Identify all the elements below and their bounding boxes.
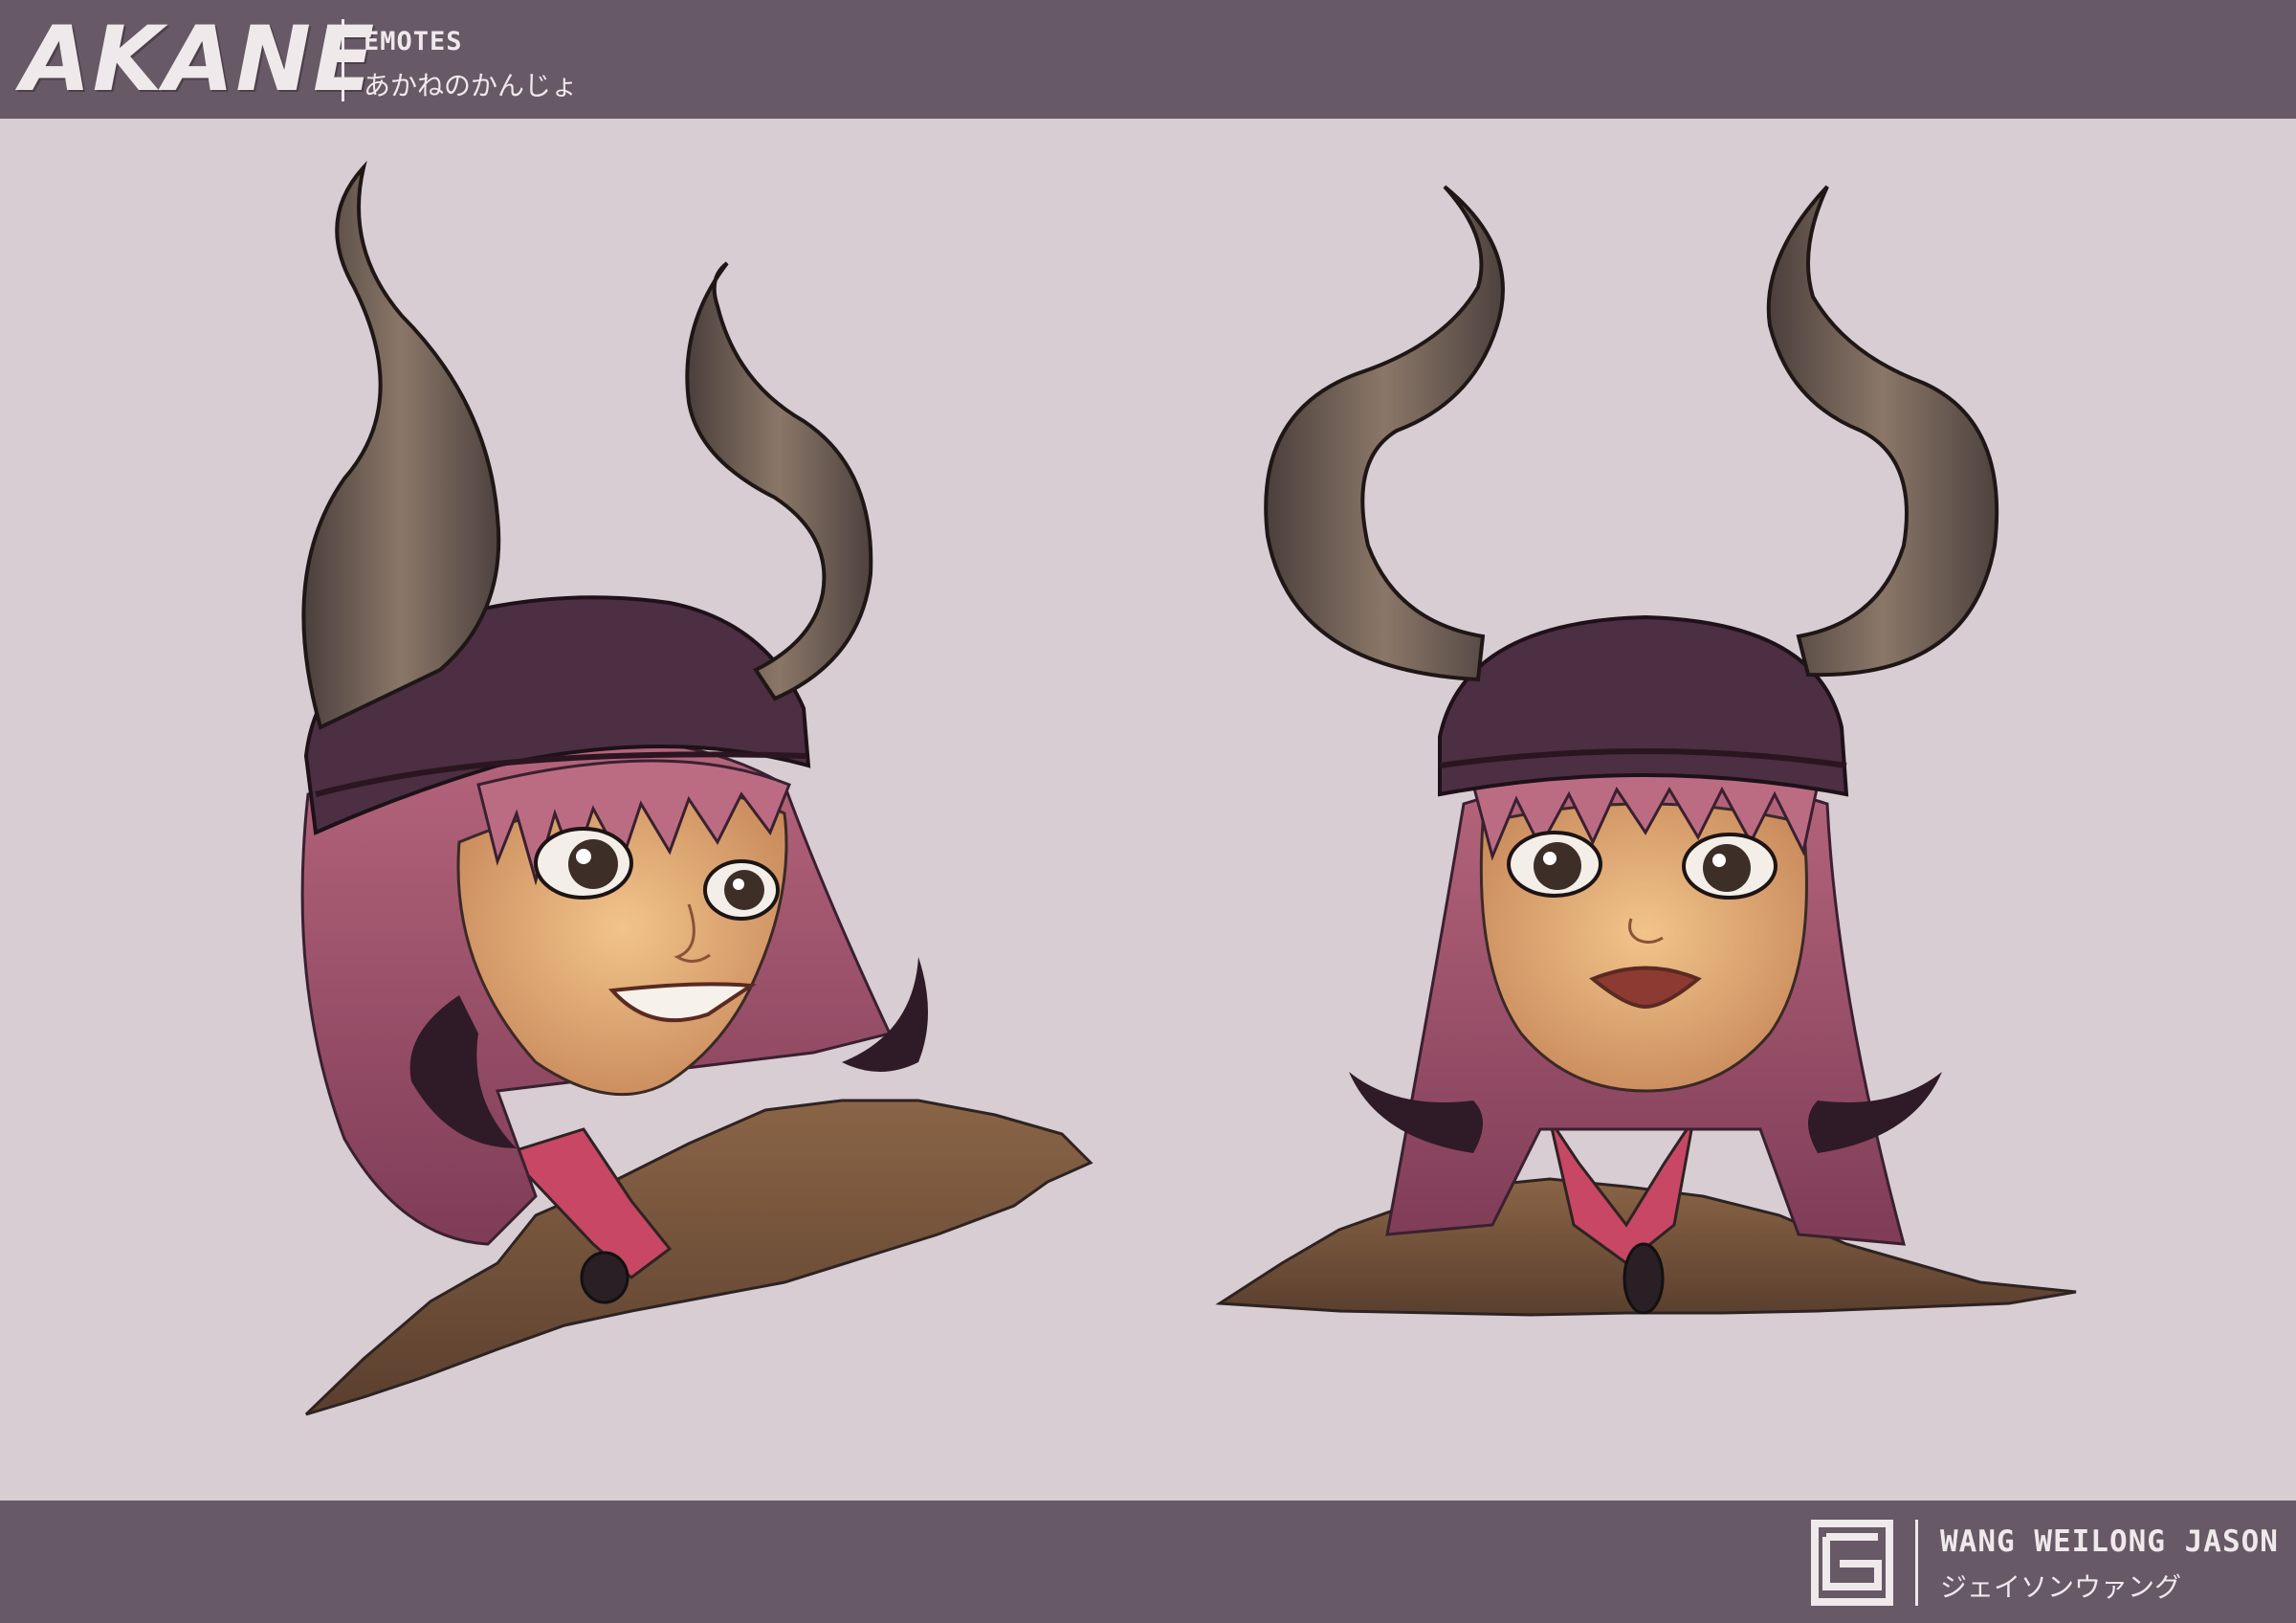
section-title: EMOTES <box>364 27 463 56</box>
akane-logo: AKANE <box>21 8 377 112</box>
collar-brooch <box>1623 1242 1665 1315</box>
section-subtitle: あかねのかんじょ <box>364 70 579 101</box>
artist-name-kana: ジェイソンウァング <box>1940 1571 2182 1603</box>
emote-head-smiling <box>300 160 1093 1416</box>
header-divider <box>342 19 344 101</box>
horn-left <box>1264 185 1505 682</box>
headband <box>1438 614 1849 797</box>
collar-brooch <box>580 1251 629 1304</box>
artist-name: WANG WEILONG JASON <box>1940 1524 2279 1559</box>
footer-divider <box>1915 1520 1918 1606</box>
character-artwork <box>300 160 2077 1416</box>
emote-head-neutral <box>1215 185 2077 1317</box>
horn-right <box>1766 185 1999 678</box>
top-bar: AKANE EMOTES あかねのかんじょ <box>0 0 2296 119</box>
artist-logo-icon <box>1811 1520 1893 1606</box>
